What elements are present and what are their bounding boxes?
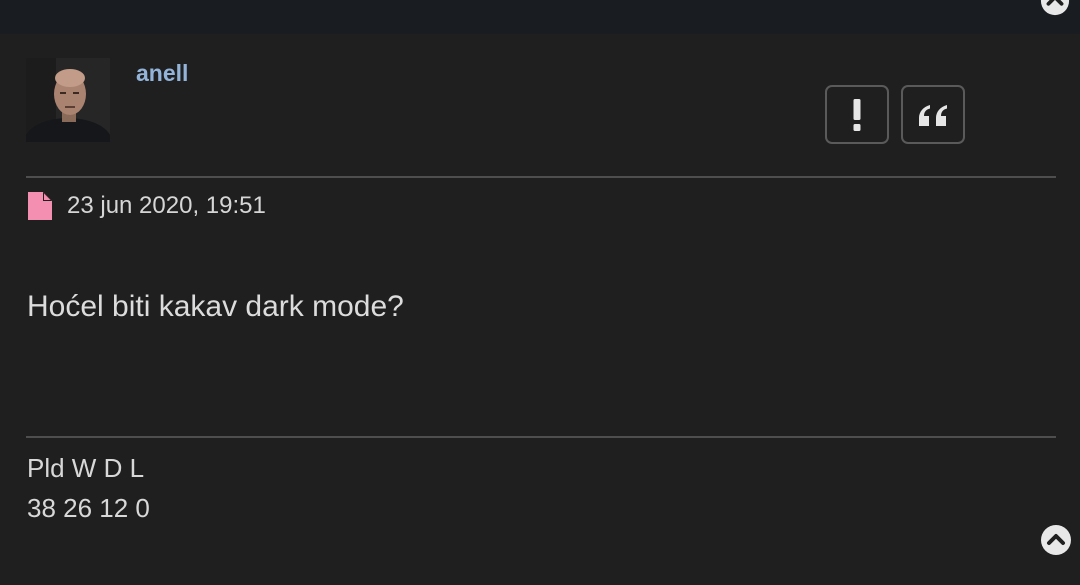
post-meta: 23 jun 2020, 19:51 <box>28 192 266 220</box>
quote-button[interactable] <box>901 85 965 144</box>
chevron-up-circle-icon[interactable] <box>1040 524 1072 556</box>
username-link[interactable]: anell <box>136 60 188 87</box>
signature: Pld W D L 38 26 12 0 <box>27 448 150 528</box>
signature-divider <box>26 436 1056 438</box>
post-header-divider <box>26 176 1056 178</box>
avatar[interactable] <box>26 58 110 142</box>
post-content: Hoćel biti kakav dark mode? <box>27 290 404 323</box>
signature-line-header: Pld W D L <box>27 453 145 483</box>
top-bar <box>0 0 1080 34</box>
post-date: 23 jun 2020, 19:51 <box>67 192 266 219</box>
signature-line-stats: 38 26 12 0 <box>27 493 150 523</box>
chevron-up-circle-icon[interactable] <box>1040 0 1070 16</box>
report-button[interactable] <box>825 85 889 144</box>
post: anell 23 jun 2020, 19:51 Hoćel biti kaka… <box>0 34 1080 585</box>
file-icon[interactable] <box>28 192 52 220</box>
quote-icon <box>919 104 947 126</box>
exclamation-icon <box>853 98 861 131</box>
